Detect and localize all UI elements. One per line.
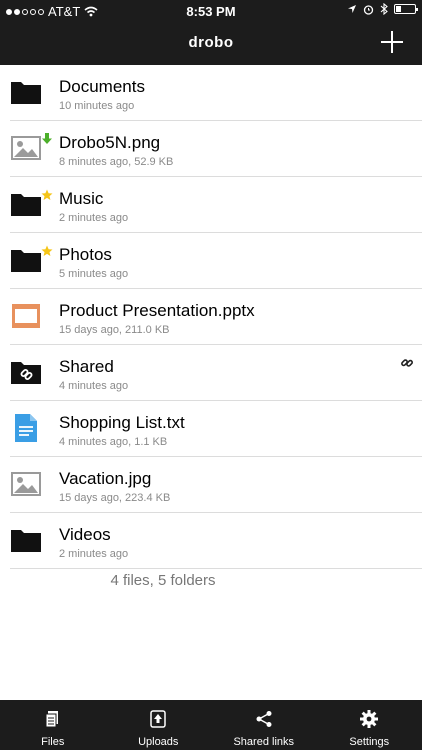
file-name: Music xyxy=(59,189,104,208)
tab-shared-links[interactable]: Shared links xyxy=(211,700,317,750)
folder-icon xyxy=(10,246,42,274)
file-meta: 15 days ago, 211.0 KB xyxy=(59,324,170,336)
file-list: Documents 10 minutes ago Drobo5N.png 8 m… xyxy=(0,65,422,569)
tab-bar: Files Uploads Shared links Settings xyxy=(0,700,422,750)
file-row[interactable]: Product Presentation.pptx 15 days ago, 2… xyxy=(10,289,422,345)
file-row[interactable]: Shared 4 minutes ago xyxy=(10,345,422,401)
tab-settings[interactable]: Settings xyxy=(317,700,422,750)
tab-label: Files xyxy=(41,736,65,748)
gear-icon xyxy=(360,710,379,728)
file-name: Videos xyxy=(59,525,111,544)
file-meta: 4 minutes ago, 1.1 KB xyxy=(59,436,168,448)
location-icon xyxy=(348,5,356,13)
file-row[interactable]: Documents 10 minutes ago xyxy=(10,65,422,121)
text-file-icon xyxy=(10,414,42,442)
file-meta: 2 minutes ago xyxy=(59,212,129,224)
file-row[interactable]: Shopping List.txt 4 minutes ago, 1.1 KB xyxy=(10,401,422,457)
file-row[interactable]: Music 2 minutes ago xyxy=(10,177,422,233)
add-button[interactable] xyxy=(380,30,404,54)
battery-icon xyxy=(394,4,418,14)
file-meta: 5 minutes ago xyxy=(59,268,129,280)
upload-icon xyxy=(149,710,167,728)
folder-icon xyxy=(10,190,42,218)
file-name: Shopping List.txt xyxy=(59,413,185,432)
presentation-icon xyxy=(10,302,42,330)
file-row[interactable]: Photos 5 minutes ago xyxy=(10,233,422,289)
file-meta: 8 minutes ago, 52.9 KB xyxy=(59,156,174,168)
share-icon xyxy=(255,710,273,728)
file-name: Drobo5N.png xyxy=(59,133,161,152)
tab-label: Uploads xyxy=(138,736,179,748)
file-row[interactable]: Drobo5N.png 8 minutes ago, 52.9 KB xyxy=(10,121,422,177)
tab-files[interactable]: Files xyxy=(0,700,106,750)
file-name: Vacation.jpg xyxy=(59,469,152,488)
drobo-logo: drobo xyxy=(188,34,234,51)
files-icon xyxy=(44,710,62,728)
star-icon xyxy=(41,188,53,200)
download-arrow-icon xyxy=(41,132,53,144)
file-meta: 10 minutes ago xyxy=(59,100,135,112)
file-row[interactable]: Vacation.jpg 15 days ago, 223.4 KB xyxy=(10,457,422,513)
file-meta: 2 minutes ago xyxy=(59,548,129,560)
tab-label: Settings xyxy=(349,736,390,748)
file-meta: 4 minutes ago xyxy=(59,380,129,392)
file-name: Documents xyxy=(59,77,145,96)
star-icon xyxy=(41,244,53,256)
file-meta: 15 days ago, 223.4 KB xyxy=(59,492,171,504)
image-icon xyxy=(10,470,42,498)
tab-uploads[interactable]: Uploads xyxy=(106,700,212,750)
bluetooth-icon xyxy=(380,3,388,15)
file-row[interactable]: Videos 2 minutes ago xyxy=(10,513,422,569)
file-name: Shared xyxy=(59,357,114,376)
folder-icon xyxy=(10,78,42,106)
link-icon xyxy=(400,356,414,370)
shared-folder-icon xyxy=(10,358,42,386)
navigation-bar: drobo xyxy=(0,22,422,65)
file-count-summary: 4 files, 5 folders xyxy=(110,572,216,589)
alarm-icon xyxy=(363,4,374,15)
tab-label: Shared links xyxy=(233,736,295,748)
file-name: Product Presentation.pptx xyxy=(59,301,255,320)
status-bar: AT&T 8:53 PM xyxy=(0,0,422,22)
image-icon xyxy=(10,134,42,162)
folder-icon xyxy=(10,526,42,554)
file-name: Photos xyxy=(59,245,112,264)
